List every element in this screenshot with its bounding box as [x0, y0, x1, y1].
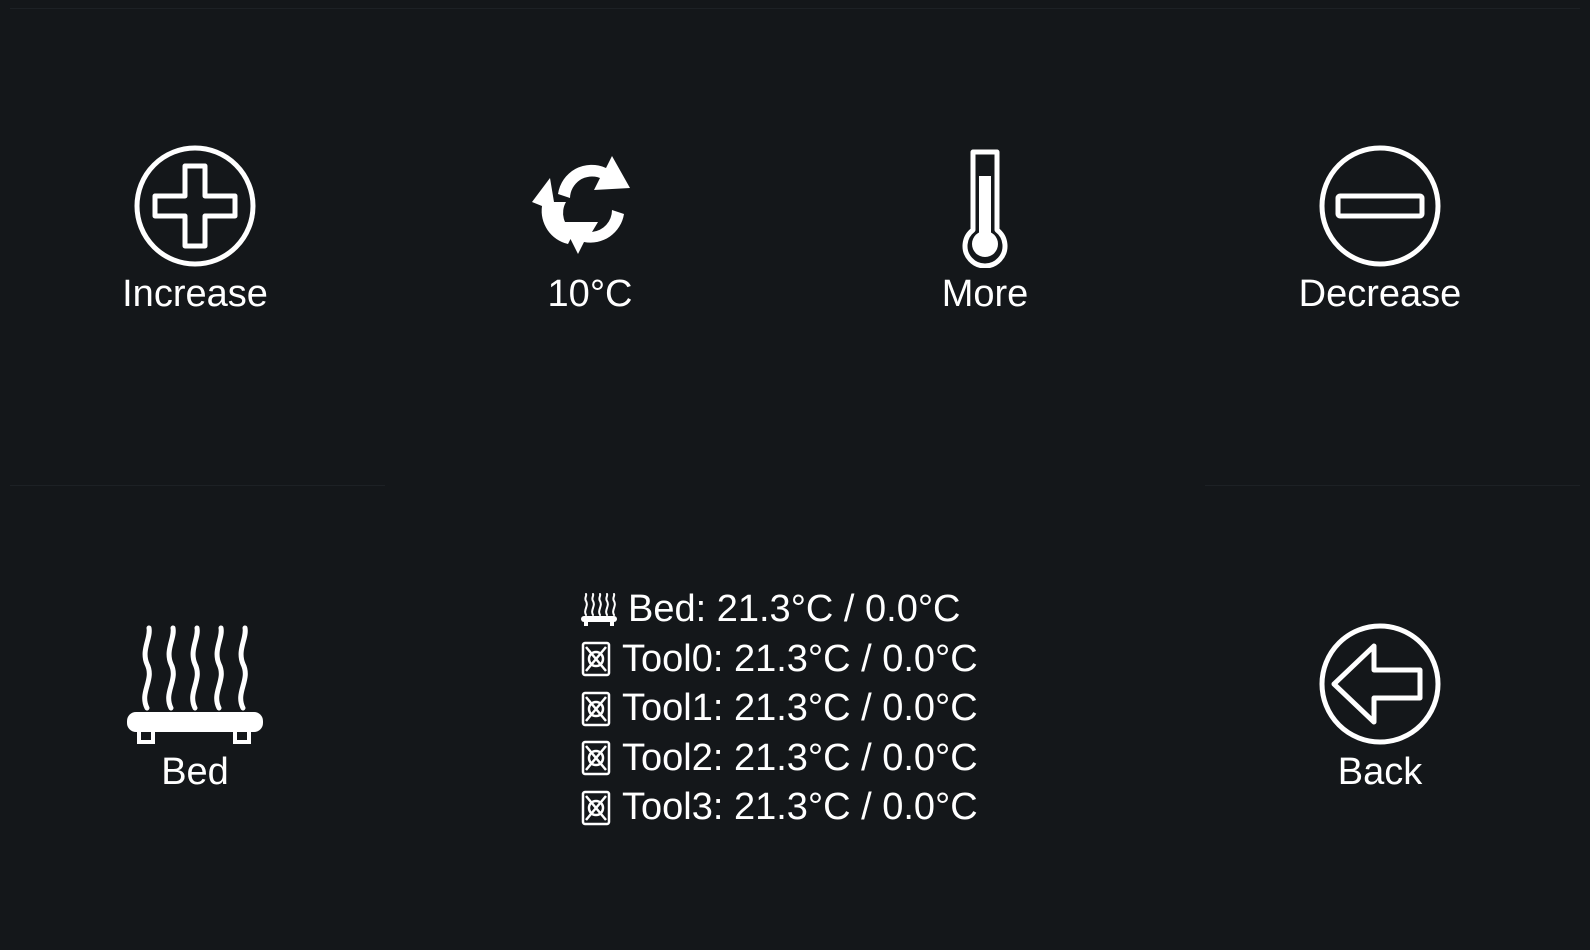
- status-line-tool2: Tool2: 21.3°C / 0.0°C: [580, 734, 1020, 784]
- status-line-tool0: Tool0: 21.3°C / 0.0°C: [580, 635, 1020, 685]
- status-line-tool1: Tool1: 21.3°C / 0.0°C: [580, 684, 1020, 734]
- more-label: More: [941, 273, 1029, 315]
- status-line-tool3: Tool3: 21.3°C / 0.0°C: [580, 783, 1020, 833]
- heated-bed-icon: [125, 622, 265, 746]
- temperature-screen: Increase 10°C More Decrease Bed Bed: 21.…: [0, 0, 1590, 950]
- back-label: Back: [1337, 750, 1423, 793]
- bed-label: Bed: [161, 750, 229, 793]
- nozzle-icon: [580, 738, 612, 778]
- decrease-button[interactable]: Decrease: [1285, 140, 1475, 320]
- status-text-tool1: Tool1: 21.3°C / 0.0°C: [622, 687, 978, 730]
- nozzle-icon: [580, 689, 612, 729]
- plus-circle-icon: [133, 144, 257, 268]
- status-text-tool2: Tool2: 21.3°C / 0.0°C: [622, 736, 978, 779]
- temperature-status-list: Bed: 21.3°C / 0.0°C Tool0: 21.3°C / 0.0°…: [580, 585, 1020, 833]
- back-button[interactable]: Back: [1285, 615, 1475, 800]
- more-button[interactable]: More: [890, 140, 1080, 320]
- status-text-tool3: Tool3: 21.3°C / 0.0°C: [622, 786, 978, 829]
- top-divider: [10, 8, 1580, 9]
- back-arrow-icon: [1318, 622, 1442, 746]
- nozzle-icon: [580, 639, 612, 679]
- minus-circle-icon: [1318, 144, 1442, 268]
- status-text-bed: Bed: 21.3°C / 0.0°C: [628, 588, 961, 631]
- decrease-label: Decrease: [1298, 273, 1462, 315]
- thermometer-icon: [923, 144, 1047, 269]
- increase-button[interactable]: Increase: [100, 140, 290, 320]
- status-text-tool0: Tool0: 21.3°C / 0.0°C: [622, 637, 978, 680]
- left-row-divider: [10, 485, 385, 486]
- status-line-bed: Bed: 21.3°C / 0.0°C: [580, 585, 1020, 635]
- step-size-button[interactable]: 10°C: [495, 140, 685, 320]
- step-size-label: 10°C: [547, 273, 633, 315]
- cycle-arrows-icon: [528, 144, 652, 268]
- heated-bed-icon: [580, 592, 618, 627]
- nozzle-icon: [580, 788, 612, 828]
- increase-label: Increase: [122, 273, 268, 315]
- bed-button[interactable]: Bed: [100, 615, 290, 800]
- right-row-divider: [1205, 485, 1580, 486]
